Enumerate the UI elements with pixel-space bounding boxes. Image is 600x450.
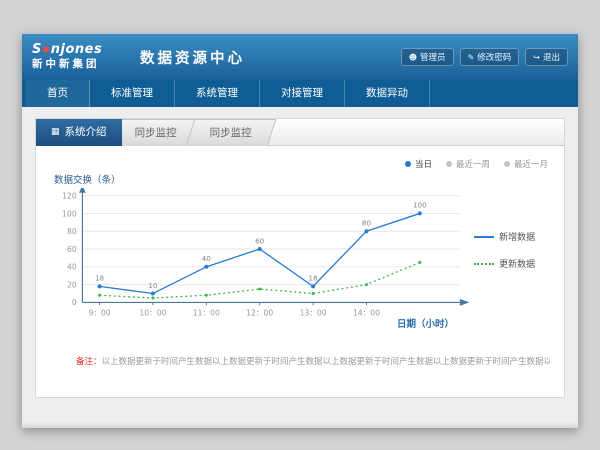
radio-dot-icon — [504, 161, 510, 167]
chart-area: 0 20 40 60 80 100 120 9：00 10：00 11：00 12：00 13：00 1… — [50, 188, 550, 331]
tab-bar: ▦ 系统介绍 同步监控 同步监控 — [36, 119, 564, 146]
browser-page: S✱njones 新中新集团 数据资源中心 ☻ 管理员 ✎ 修改密码 ↪ 退出 … — [22, 34, 578, 428]
main-card: ▦ 系统介绍 同步监控 同步监控 当日 — [35, 118, 565, 398]
radio-dot-icon — [446, 161, 452, 167]
admin-user-button[interactable]: ☻ 管理员 — [401, 48, 454, 66]
change-password-button[interactable]: ✎ 修改密码 — [460, 48, 520, 66]
line-chart: 0 20 40 60 80 100 120 9：00 10：00 11：00 12：00 13：00 1… — [50, 188, 474, 331]
change-password-label: 修改密码 — [477, 51, 511, 63]
legend-label: 更新数据 — [499, 257, 535, 270]
svg-text:10: 10 — [148, 281, 158, 290]
header-actions: ☻ 管理员 ✎ 修改密码 ↪ 退出 — [401, 48, 568, 66]
svg-text:12：00: 12：00 — [246, 309, 273, 318]
logo-brand: S✱njones — [32, 43, 124, 57]
svg-text:13：00: 13：00 — [300, 309, 327, 318]
svg-text:40: 40 — [202, 254, 212, 263]
radio-dot-icon — [405, 161, 411, 167]
filter-last-month[interactable]: 最近一月 — [504, 158, 548, 170]
key-icon: ✎ — [468, 53, 475, 62]
nav-item-system[interactable]: 系统管理 — [175, 80, 260, 107]
line-sample-icon — [474, 236, 494, 238]
series-legend: 新增数据 更新数据 — [474, 188, 550, 331]
chart-panel: 当日 最近一周 最近一月 数据交换（条） 0 20 40 60 80 100 120 9：00… — [36, 146, 564, 367]
legend-item-new-data[interactable]: 新增数据 — [474, 230, 550, 243]
nav-item-home[interactable]: 首页 — [26, 80, 90, 107]
user-icon: ☻ — [409, 53, 417, 62]
svg-text:80: 80 — [362, 219, 372, 228]
filter-last-week[interactable]: 最近一周 — [446, 158, 490, 170]
nav-item-standards[interactable]: 标准管理 — [90, 80, 175, 107]
svg-text:18: 18 — [309, 274, 319, 283]
logout-button[interactable]: ↪ 退出 — [525, 48, 568, 66]
page-footer — [22, 421, 578, 428]
svg-text:80: 80 — [67, 227, 77, 236]
svg-text:14：00: 14：00 — [353, 309, 380, 318]
legend-item-updated-data[interactable]: 更新数据 — [474, 257, 550, 270]
time-range-filters: 当日 最近一周 最近一月 — [405, 158, 548, 170]
remark-note: 备注：以上数据更新于时间产生数据以上数据更新于时间产生数据以上数据更新于时间产生… — [50, 355, 550, 367]
svg-text:60: 60 — [255, 236, 265, 245]
remark-prefix: 备注： — [76, 357, 102, 367]
svg-text:40: 40 — [67, 263, 77, 272]
page-title: 数据资源中心 — [140, 47, 245, 68]
admin-user-label: 管理员 — [420, 51, 446, 63]
svg-text:100: 100 — [413, 201, 427, 210]
logo: S✱njones 新中新集团 — [32, 43, 124, 71]
tab-system-intro[interactable]: ▦ 系统介绍 — [36, 119, 122, 146]
svg-text:9：00: 9：00 — [88, 309, 110, 318]
svg-text:11：00: 11：00 — [193, 309, 220, 318]
x-axis-title: 日期（小时） — [397, 316, 454, 330]
main-nav: 首页 标准管理 系统管理 对接管理 数据异动 — [22, 80, 578, 107]
filter-label: 最近一月 — [514, 158, 548, 170]
logo-star-icon: ✱ — [42, 45, 51, 56]
filter-today[interactable]: 当日 — [405, 158, 432, 170]
logo-text: njones — [51, 42, 102, 57]
app-header: S✱njones 新中新集团 数据资源中心 ☻ 管理员 ✎ 修改密码 ↪ 退出 — [22, 34, 578, 80]
filter-label: 当日 — [415, 158, 432, 170]
svg-text:100: 100 — [62, 209, 77, 218]
svg-text:120: 120 — [62, 191, 77, 200]
tab-label: 同步监控 — [209, 120, 251, 147]
nav-item-integration[interactable]: 对接管理 — [260, 80, 345, 107]
logo-company: 新中新集团 — [32, 59, 124, 71]
svg-text:20: 20 — [67, 280, 77, 289]
logout-label: 退出 — [543, 51, 560, 63]
tab-label: 系统介绍 — [65, 119, 107, 146]
content-area: ▦ 系统介绍 同步监控 同步监控 当日 — [22, 107, 578, 428]
remark-text: 以上数据更新于时间产生数据以上数据更新于时间产生数据以上数据更新于时间产生数据以… — [102, 357, 550, 367]
y-axis-title: 数据交换（条） — [54, 172, 550, 186]
grid-icon: ▦ — [51, 119, 60, 146]
tab-label: 同步监控 — [134, 120, 176, 147]
svg-text:10：00: 10：00 — [139, 309, 166, 318]
filter-label: 最近一周 — [456, 158, 490, 170]
legend-label: 新增数据 — [499, 230, 535, 243]
nav-item-data-change[interactable]: 数据异动 — [345, 80, 430, 107]
svg-text:0: 0 — [72, 298, 77, 307]
dotted-line-sample-icon — [474, 263, 494, 265]
tab-sync-monitor-2[interactable]: 同步监控 — [185, 119, 276, 146]
svg-text:60: 60 — [67, 245, 77, 254]
svg-text:18: 18 — [95, 274, 105, 283]
logout-icon: ↪ — [533, 53, 540, 62]
logo-text: S — [32, 42, 42, 57]
